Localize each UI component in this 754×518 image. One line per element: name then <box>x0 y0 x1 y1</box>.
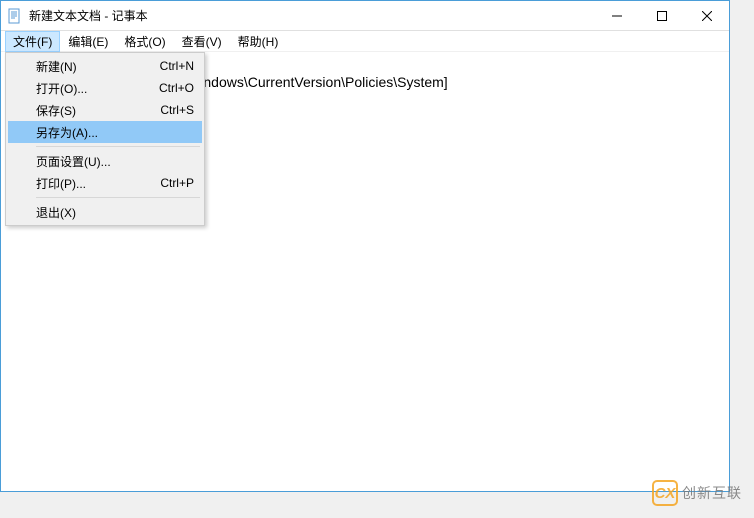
menu-item-2[interactable]: 格式(O) <box>116 31 173 52</box>
menu-item-4[interactable]: 帮助(H) <box>230 31 287 52</box>
watermark-text: 创新互联 <box>682 483 742 503</box>
watermark: CX 创新互联 <box>652 480 742 506</box>
file-menu-item-0[interactable]: 新建(N) Ctrl+N <box>8 55 202 77</box>
menu-item-shortcut: Ctrl+P <box>160 176 194 190</box>
menu-separator <box>36 146 200 147</box>
close-button[interactable] <box>684 1 729 30</box>
file-menu-item-2[interactable]: 保存(S) Ctrl+S <box>8 99 202 121</box>
file-menu-dropdown: 新建(N) Ctrl+N 打开(O)... Ctrl+O 保存(S) Ctrl+S 另存为(… <box>5 52 205 226</box>
window-controls <box>594 1 729 30</box>
file-menu-item-1[interactable]: 打开(O)... Ctrl+O <box>8 77 202 99</box>
menu-item-shortcut: Ctrl+O <box>159 81 194 95</box>
file-menu-item-5[interactable]: 页面设置(U)... <box>8 150 202 172</box>
file-menu-item-6[interactable]: 打印(P)... Ctrl+P <box>8 172 202 194</box>
menu-item-label: 另存为(A)... <box>36 124 194 141</box>
menu-item-shortcut: Ctrl+S <box>160 103 194 117</box>
titlebar: 新建文本文档 - 记事本 <box>1 1 729 31</box>
app-icon <box>7 8 23 24</box>
menu-item-0[interactable]: 文件(F) <box>5 31 60 52</box>
watermark-logo: CX <box>652 480 678 506</box>
menu-item-shortcut: Ctrl+N <box>160 59 194 73</box>
menu-item-label: 保存(S) <box>36 102 144 119</box>
window-title: 新建文本文档 - 记事本 <box>29 7 594 24</box>
menubar: 文件(F)编辑(E)格式(O)查看(V)帮助(H) <box>1 31 729 52</box>
menu-item-1[interactable]: 编辑(E) <box>60 31 116 52</box>
menu-item-label: 打印(P)... <box>36 175 144 192</box>
notepad-window: 新建文本文档 - 记事本 文件(F)编辑(E)格式(O)查看(V)帮助(H) e… <box>0 0 730 492</box>
content-area: ersion 5.00 ARE\Microsoft\Windows\Curren… <box>1 52 729 491</box>
menu-separator <box>36 197 200 198</box>
file-menu-item-3[interactable]: 另存为(A)... <box>8 121 202 143</box>
menu-item-label: 新建(N) <box>36 58 144 75</box>
menu-item-3[interactable]: 查看(V) <box>174 31 230 52</box>
maximize-button[interactable] <box>639 1 684 30</box>
file-menu-item-8[interactable]: 退出(X) <box>8 201 202 223</box>
menu-item-label: 退出(X) <box>36 204 194 221</box>
menu-item-label: 页面设置(U)... <box>36 153 194 170</box>
menu-item-label: 打开(O)... <box>36 80 143 97</box>
minimize-button[interactable] <box>594 1 639 30</box>
